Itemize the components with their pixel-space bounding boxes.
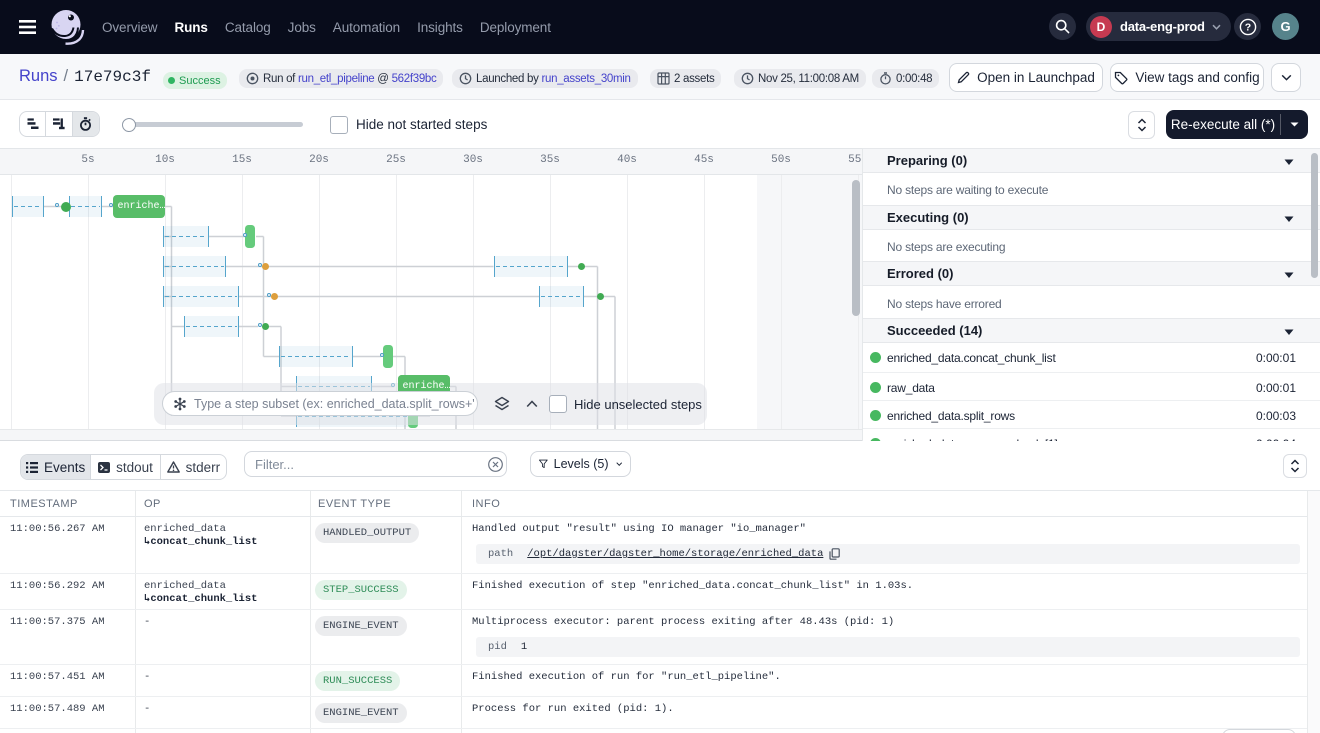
- svg-text:?: ?: [1245, 22, 1251, 34]
